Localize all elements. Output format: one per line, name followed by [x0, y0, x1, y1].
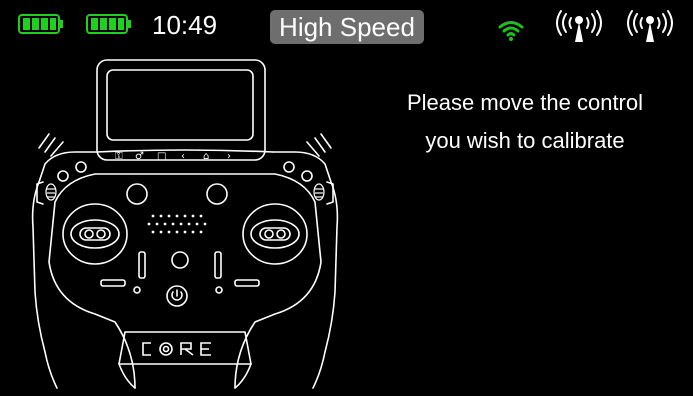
battery-icon	[18, 14, 63, 34]
antenna-icon	[556, 10, 602, 42]
battery-icon	[86, 14, 131, 34]
calibration-instruction: Please move the control you wish to cali…	[370, 84, 680, 160]
status-bar: 10:49 High Speed	[0, 0, 693, 50]
svg-text:⚿: ⚿	[115, 151, 123, 162]
instruction-line-1: Please move the control	[406, 90, 644, 115]
svg-text:⌂: ⌂	[203, 151, 209, 162]
instruction-line-2: you wish to calibrate	[425, 128, 625, 153]
transmitter-outline-icon: ⚿ ♂ □ ‹ ⌂ ›	[31, 59, 339, 389]
svg-text:□: □	[157, 151, 166, 162]
svg-text:‹: ‹	[181, 151, 185, 162]
mode-badge[interactable]: High Speed	[270, 10, 424, 44]
svg-text:›: ›	[227, 151, 231, 162]
antenna-icon	[627, 10, 673, 42]
wifi-icon	[498, 21, 524, 41]
svg-text:♂: ♂	[135, 151, 144, 162]
clock: 10:49	[152, 10, 218, 40]
